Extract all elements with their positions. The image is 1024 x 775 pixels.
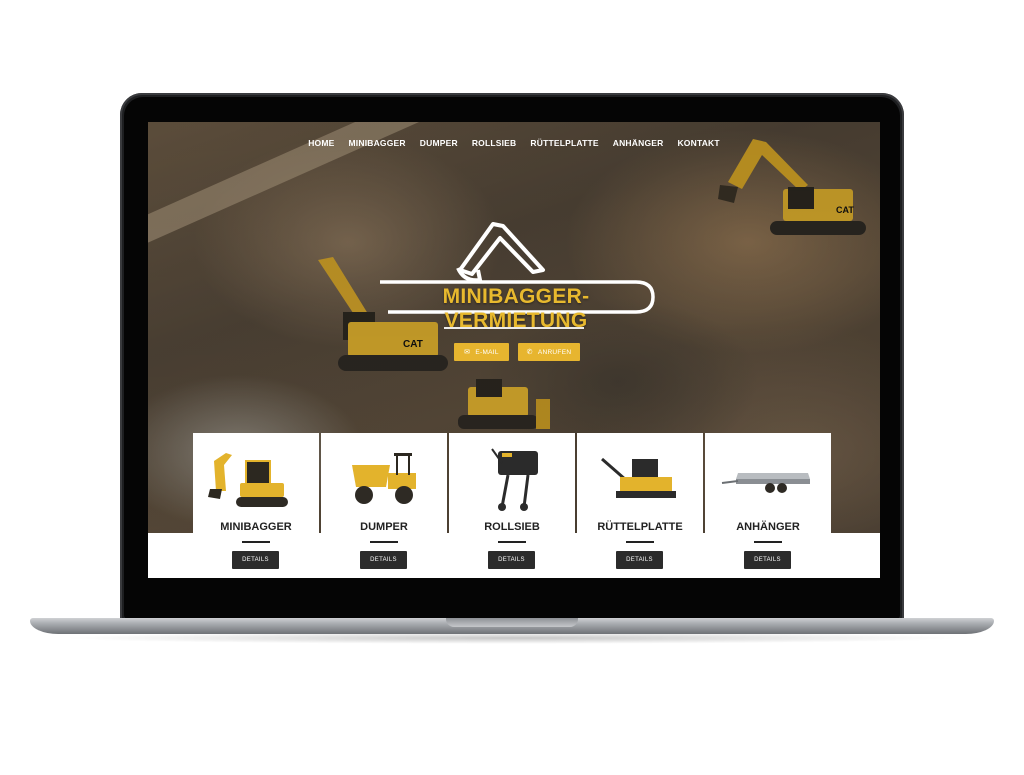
product-card-anhaenger[interactable]: ANHÄNGER DETAILS xyxy=(705,433,831,578)
mini-excavator-image xyxy=(208,453,288,507)
nav-item-home[interactable]: HOME xyxy=(308,138,334,148)
dumper-image xyxy=(352,453,416,504)
call-button-label: ANRUFEN xyxy=(537,348,572,356)
nav-item-kontakt[interactable]: KONTAKT xyxy=(677,138,719,148)
card-divider xyxy=(242,541,270,543)
call-button[interactable]: ✆ ANRUFEN xyxy=(518,343,580,361)
laptop-notch xyxy=(446,618,578,627)
details-button[interactable]: DETAILS xyxy=(360,551,407,569)
card-title: ROLLSIEB xyxy=(484,521,540,533)
logo-title[interactable]: MINIBAGGER-VERMIETUNG xyxy=(381,285,651,333)
product-cards: MINIBAGGER DETAILS DUMPER DETAILS ROLLSI… xyxy=(193,433,831,578)
main-nav: HOME MINIBAGGER DUMPER ROLLSIEB RÜTTELPL… xyxy=(148,138,880,148)
details-button[interactable]: DETAILS xyxy=(488,551,535,569)
details-button[interactable]: DETAILS xyxy=(744,551,791,569)
card-title: ANHÄNGER xyxy=(736,521,800,533)
product-card-dumper[interactable]: DUMPER DETAILS xyxy=(321,433,447,578)
phone-icon: ✆ xyxy=(526,349,533,356)
nav-item-rollsieb[interactable]: ROLLSIEB xyxy=(472,138,517,148)
trailer-image xyxy=(721,473,810,493)
card-title: MINIBAGGER xyxy=(220,521,292,533)
product-card-rollsieb[interactable]: ROLLSIEB DETAILS xyxy=(449,433,575,578)
email-button-label: E-MAIL xyxy=(475,348,499,356)
nav-item-minibagger[interactable]: MINIBAGGER xyxy=(349,138,406,148)
details-button[interactable]: DETAILS xyxy=(232,551,279,569)
rolling-sieve-image xyxy=(491,448,538,511)
card-divider xyxy=(754,541,782,543)
laptop-bezel-bottom xyxy=(148,578,880,598)
card-divider xyxy=(498,541,526,543)
card-divider xyxy=(626,541,654,543)
details-button[interactable]: DETAILS xyxy=(616,551,663,569)
nav-item-anhaenger[interactable]: ANHÄNGER xyxy=(613,138,664,148)
card-divider xyxy=(370,541,398,543)
card-title: RÜTTELPLATTE xyxy=(597,521,683,533)
logo-divider xyxy=(444,327,584,329)
product-card-minibagger[interactable]: MINIBAGGER DETAILS xyxy=(193,433,319,578)
envelope-icon: ✉ xyxy=(464,349,471,356)
nav-item-ruettelplatte[interactable]: RÜTTELPLATTE xyxy=(530,138,598,148)
card-title: DUMPER xyxy=(360,521,408,533)
website-screen: CAT CAT HOME MINIBAGGER DUMPER ROLLSIEB … xyxy=(148,122,880,578)
product-card-ruettelplatte[interactable]: RÜTTELPLATTE DETAILS xyxy=(577,433,703,578)
email-button[interactable]: ✉ E-MAIL xyxy=(454,343,509,361)
plate-compactor-image xyxy=(601,457,676,498)
nav-item-dumper[interactable]: DUMPER xyxy=(420,138,458,148)
